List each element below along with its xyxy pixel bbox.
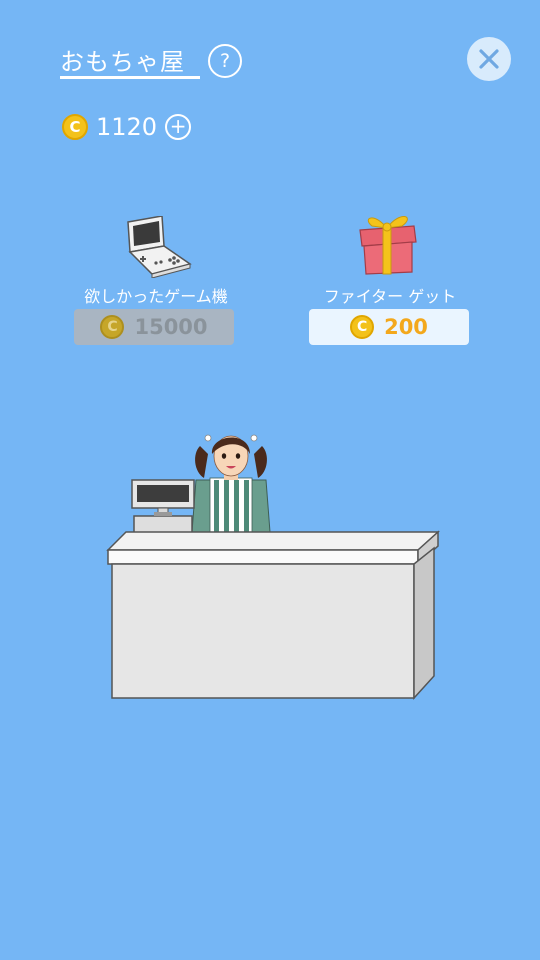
close-icon [479, 49, 499, 69]
title-underline [60, 76, 200, 79]
help-button[interactable]: ? [208, 44, 242, 78]
coin-balance: C 1120 + [62, 112, 192, 142]
gift-box-icon[interactable] [354, 208, 424, 276]
coin-balance-value: 1120 [96, 113, 158, 141]
item-label-fighter-get: ファイター ゲット [323, 287, 457, 306]
price-game-console: 15000 [134, 315, 208, 339]
buy-fighter-button[interactable]: C 200 [309, 309, 469, 345]
page-title: おもちゃ屋 [60, 48, 185, 76]
coin-icon: C [350, 315, 375, 339]
item-label-game-console: 欲しかったゲーム機 [84, 287, 228, 306]
coin-icon: C [100, 315, 125, 339]
coin-icon: C [62, 114, 88, 140]
price-fighter: 200 [384, 315, 428, 339]
close-button[interactable] [467, 37, 511, 81]
shop-counter-illustration [106, 530, 440, 700]
buy-game-console-button[interactable]: C 15000 [74, 309, 234, 345]
game-console-icon[interactable] [118, 216, 192, 278]
add-coins-button[interactable]: + [165, 114, 192, 140]
